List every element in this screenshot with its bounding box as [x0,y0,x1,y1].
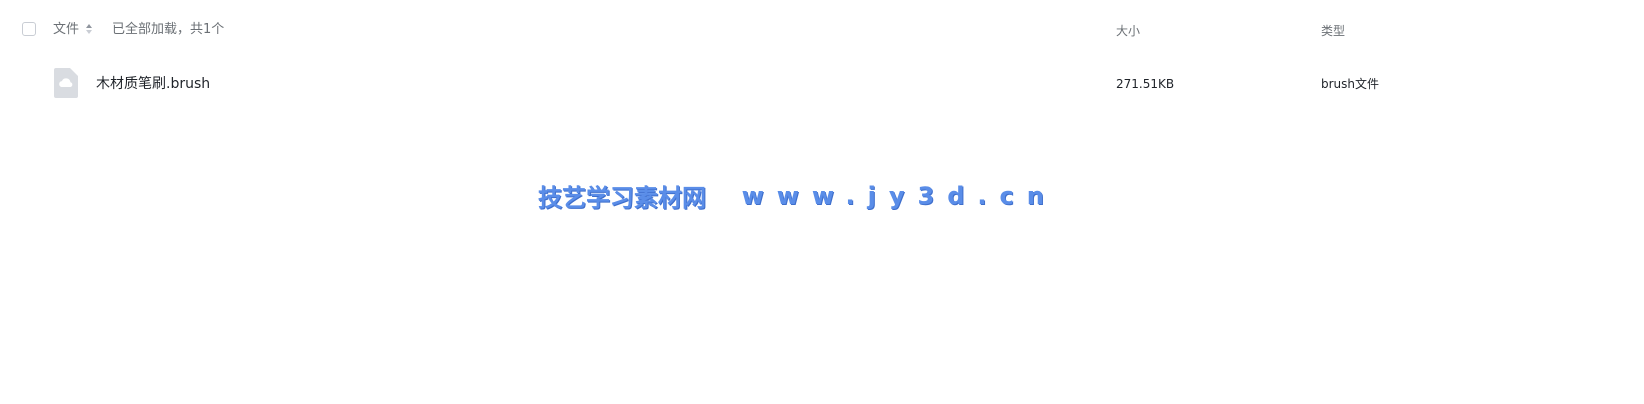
file-size: 271.51KB [1116,77,1175,91]
type-column-header[interactable]: 类型 [1321,23,1345,39]
load-status-text: 已全部加载，共1个 [112,22,225,37]
cloud-file-icon [54,68,78,98]
select-all-checkbox[interactable] [22,22,36,36]
watermark-url: www.jy3d.cn [741,181,1057,210]
file-list-page: 文件 已全部加载，共1个 大小 类型 木材质笔刷.brush 271.51KB … [0,0,1644,404]
size-column-header[interactable]: 大小 [1116,23,1140,39]
file-row[interactable]: 木材质笔刷.brush 271.51KB brush文件 [0,62,1644,106]
sort-icon[interactable] [86,23,93,34]
name-column-header[interactable]: 文件 [53,22,93,38]
watermark-site-name: 技艺学习素材网 [538,184,706,212]
file-name[interactable]: 木材质笔刷.brush [96,75,210,93]
file-type: brush文件 [1321,77,1380,91]
watermark: 技艺学习素材网 www.jy3d.cn [538,178,1057,213]
name-column-label: 文件 [53,22,80,37]
file-list-header: 文件 已全部加载，共1个 大小 类型 [0,0,1644,62]
